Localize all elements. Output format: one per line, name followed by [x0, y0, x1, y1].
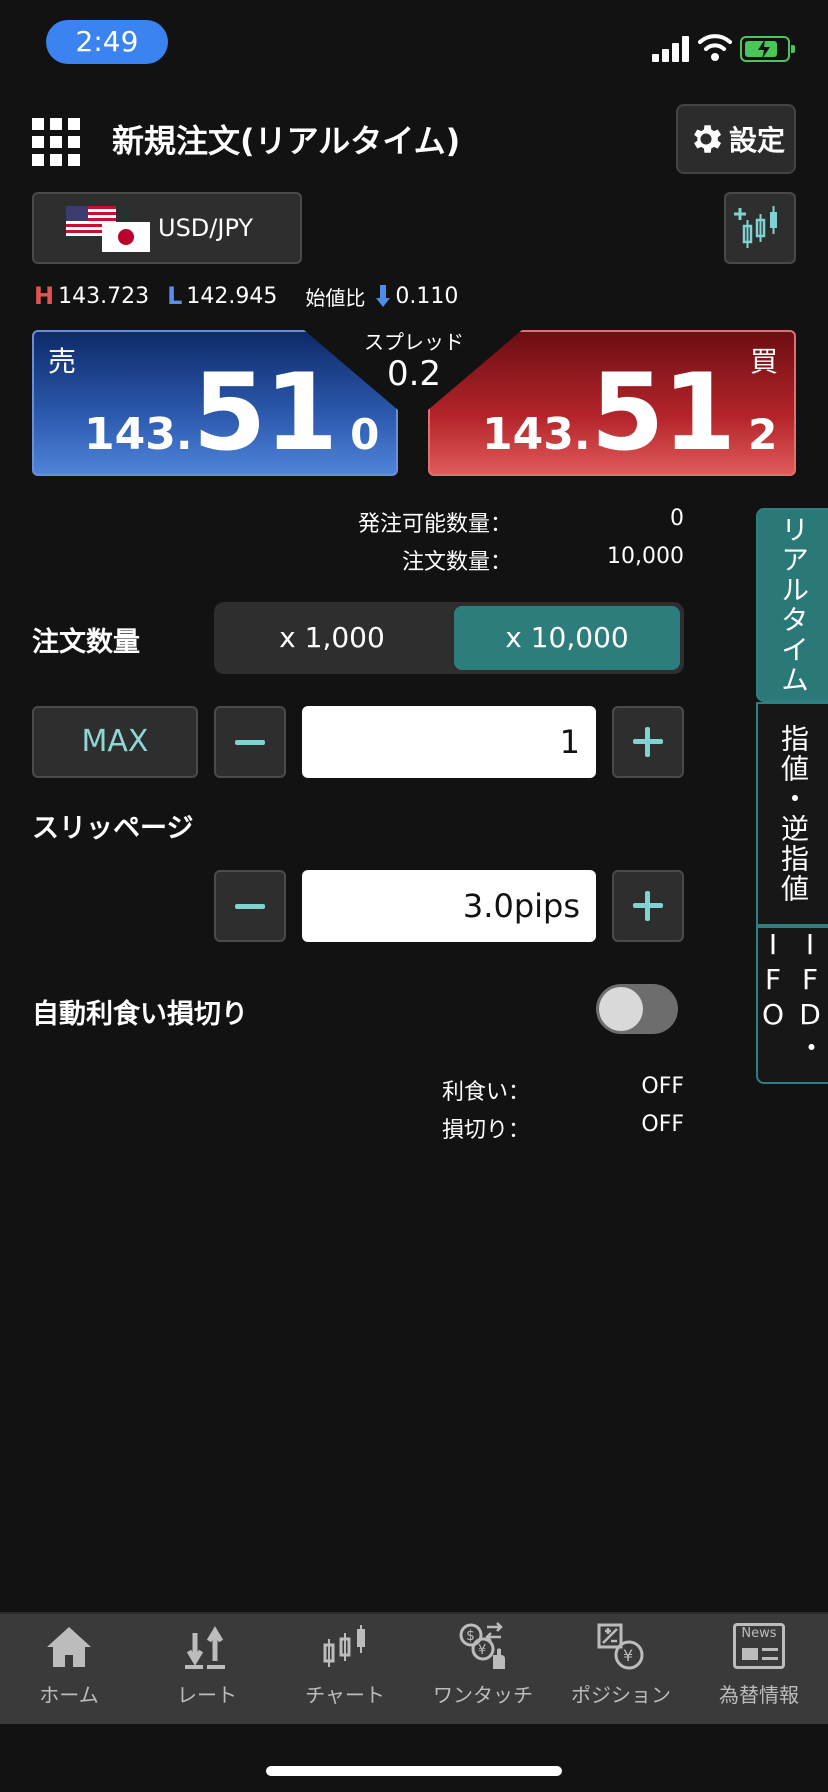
wifi-icon — [698, 34, 732, 61]
auto-tpsl-toggle[interactable] — [596, 984, 678, 1034]
currency-pair-button[interactable]: USD/JPY — [32, 192, 302, 264]
take-profit-label: 利食い： — [442, 1080, 531, 1105]
spread-value: 0.2 — [386, 354, 442, 394]
sell-label: 売 — [48, 345, 77, 378]
high-low-row: H 143.723 L 142.945 始値比 0.110 — [34, 280, 458, 312]
plus-icon — [633, 891, 663, 921]
chart-button[interactable] — [724, 192, 796, 264]
nav-rate-label: レート — [177, 1683, 237, 1707]
buy-price-last: 2 — [748, 410, 778, 459]
stop-loss-label: 損切り： — [442, 1118, 531, 1143]
nav-rate[interactable]: レート — [138, 1614, 276, 1724]
open-change-value: 0.110 — [395, 283, 459, 309]
page-title: 新規注文(リアルタイム) — [112, 122, 461, 160]
cellular-signal-icon — [652, 36, 692, 62]
spread-label: スプレッド — [364, 330, 464, 354]
take-profit-value: OFF — [641, 1074, 684, 1099]
one-touch-icon: $ ¥ — [459, 1622, 505, 1669]
battery-icon — [740, 36, 795, 62]
quantity-plus-button[interactable] — [612, 706, 684, 778]
currency-pair-label: USD/JPY — [158, 214, 254, 242]
high-value: 143.723 — [58, 283, 150, 309]
status-time: 2:49 — [46, 20, 168, 64]
max-button[interactable]: MAX — [32, 706, 198, 778]
quantity-label: 注文数量 — [32, 627, 140, 658]
sell-price-prefix: 143. — [84, 409, 193, 460]
arrow-down-icon — [376, 285, 391, 307]
nav-one-touch-label: ワンタッチ — [433, 1683, 533, 1707]
slippage-plus-button[interactable] — [612, 870, 684, 942]
buy-price-main: 51 — [590, 351, 737, 474]
unit-option-10000[interactable]: x 10,000 — [454, 606, 680, 670]
japan-flag-icon — [102, 222, 150, 252]
tab-limit-stop[interactable]: 指値・逆指値 — [756, 702, 828, 926]
nav-home-label: ホーム — [39, 1683, 99, 1707]
low-value: 142.945 — [186, 283, 278, 309]
nav-chart-label: チャート — [305, 1683, 385, 1707]
tab-ifd-ifo[interactable]: IFD・IFO — [756, 926, 828, 1084]
order-qty-info-value: 10,000 — [607, 544, 684, 569]
slippage-label: スリッページ — [32, 813, 194, 844]
nav-position[interactable]: ¥ ポジション — [552, 1614, 690, 1724]
buy-price-prefix: 143. — [482, 409, 591, 460]
minus-icon — [235, 903, 265, 909]
sell-price-button[interactable]: 売 143. 51 0 — [32, 330, 398, 476]
sell-price-main: 51 — [192, 351, 339, 474]
plus-icon — [633, 727, 663, 757]
minus-icon — [235, 739, 265, 745]
high-mark: H — [34, 282, 55, 310]
settings-button[interactable]: 設定 — [676, 104, 796, 174]
candlestick-plus-icon — [734, 206, 777, 248]
svg-text:¥: ¥ — [623, 1646, 633, 1665]
quantity-minus-button[interactable] — [214, 706, 286, 778]
news-icon: News — [733, 1623, 785, 1669]
stop-loss-value: OFF — [641, 1112, 684, 1137]
menu-grid-icon[interactable] — [32, 118, 80, 166]
available-qty-value: 0 — [670, 506, 684, 531]
open-change-label: 始値比 — [305, 285, 366, 310]
gear-icon — [694, 125, 722, 153]
low-mark: L — [167, 282, 183, 310]
order-qty-info-label: 注文数量： — [402, 550, 513, 575]
bottom-nav: ホーム レート チャート $ ¥ ワンタッチ ¥ ポジション News 為替情報 — [0, 1612, 828, 1724]
svg-text:$: $ — [466, 1628, 475, 1644]
available-qty-label: 発注可能数量： — [358, 512, 513, 537]
nav-one-touch[interactable]: $ ¥ ワンタッチ — [414, 1614, 552, 1724]
nav-fx-info-label: 為替情報 — [719, 1683, 799, 1707]
sell-price-last: 0 — [350, 410, 380, 459]
home-indicator — [266, 1766, 562, 1776]
slippage-minus-button[interactable] — [214, 870, 286, 942]
nav-fx-info[interactable]: News 為替情報 — [690, 1614, 828, 1724]
buy-price-button[interactable]: 買 143. 51 2 — [428, 330, 796, 476]
buy-price: 143. 51 2 — [482, 358, 777, 468]
slippage-input[interactable]: 3.0pips — [302, 870, 596, 942]
quantity-input[interactable]: 1 — [302, 706, 596, 778]
candlestick-icon — [323, 1625, 365, 1667]
rate-arrows-icon — [185, 1626, 225, 1669]
news-badge: News — [741, 1626, 777, 1641]
settings-label: 設定 — [728, 124, 785, 157]
nav-position-label: ポジション — [571, 1683, 671, 1707]
toggle-knob — [599, 987, 643, 1031]
home-icon — [47, 1627, 91, 1667]
position-icon: ¥ — [597, 1623, 644, 1670]
quantity-unit-selector: x 1,000 x 10,000 — [214, 602, 684, 674]
sell-price: 143. 51 0 — [84, 358, 379, 468]
nav-home[interactable]: ホーム — [0, 1614, 138, 1724]
nav-chart[interactable]: チャート — [276, 1614, 414, 1724]
unit-option-1000[interactable]: x 1,000 — [218, 606, 446, 670]
svg-text:¥: ¥ — [478, 1643, 486, 1658]
tab-realtime[interactable]: リアルタイム — [756, 508, 828, 702]
auto-tpsl-label: 自動利食い損切り — [32, 999, 248, 1030]
